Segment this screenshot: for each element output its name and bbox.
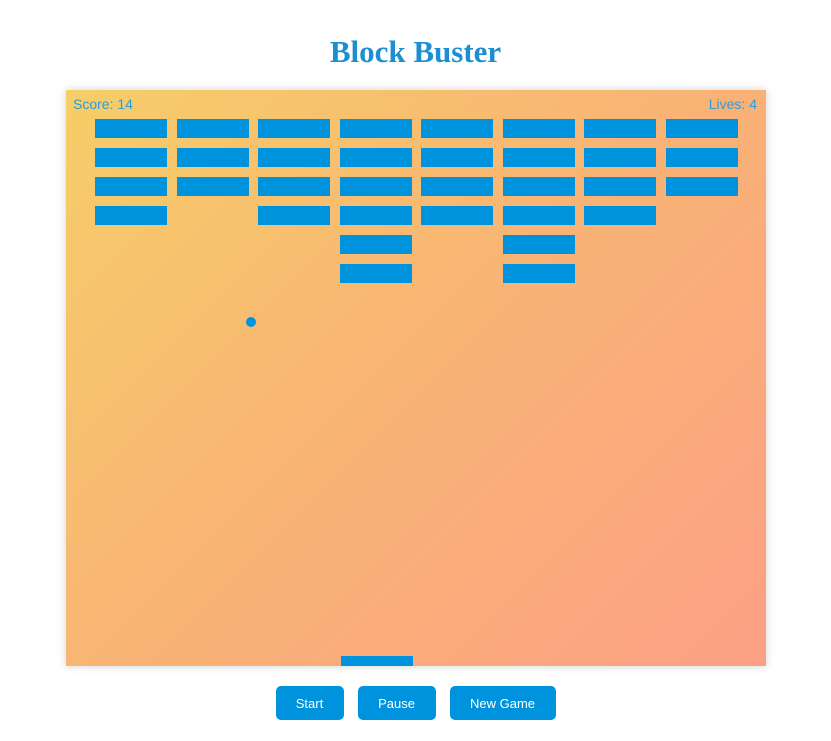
brick <box>176 148 249 167</box>
brick <box>95 119 167 138</box>
brick <box>339 264 412 283</box>
brick <box>258 177 330 196</box>
brick <box>665 119 738 138</box>
score-display: Score: 14 <box>73 96 133 112</box>
brick <box>339 119 412 138</box>
brick <box>339 148 412 167</box>
pause-button[interactable]: Pause <box>357 686 436 720</box>
brick <box>502 148 575 167</box>
brick <box>502 264 575 283</box>
brick <box>421 148 493 167</box>
ball <box>246 317 256 327</box>
brick <box>665 177 738 196</box>
page-title: Block Buster <box>329 34 502 69</box>
brick <box>502 235 575 254</box>
brick <box>258 206 330 225</box>
brick <box>584 119 656 138</box>
brick <box>502 119 575 138</box>
brick <box>258 119 330 138</box>
brick <box>584 206 656 225</box>
brick <box>176 119 249 138</box>
brick <box>502 206 575 225</box>
brick <box>95 177 167 196</box>
brick <box>95 148 167 167</box>
brick <box>176 177 249 196</box>
brick <box>95 206 167 225</box>
game-board[interactable]: Score: 14 Lives: 4 <box>66 90 766 666</box>
brick <box>584 177 656 196</box>
brick <box>502 177 575 196</box>
new-game-button[interactable]: New Game <box>449 686 556 720</box>
brick <box>421 119 493 138</box>
game-page: Block Buster Score: 14 Lives: 4 Start Pa… <box>0 0 831 741</box>
brick <box>421 206 493 225</box>
brick <box>584 148 656 167</box>
brick <box>421 177 493 196</box>
brick <box>339 206 412 225</box>
paddle[interactable] <box>341 656 413 666</box>
lives-display: Lives: 4 <box>708 96 757 112</box>
brick <box>339 235 412 254</box>
start-button[interactable]: Start <box>275 686 344 720</box>
brick <box>665 148 738 167</box>
brick <box>258 148 330 167</box>
game-controls: Start Pause New Game <box>0 686 831 720</box>
brick <box>339 177 412 196</box>
